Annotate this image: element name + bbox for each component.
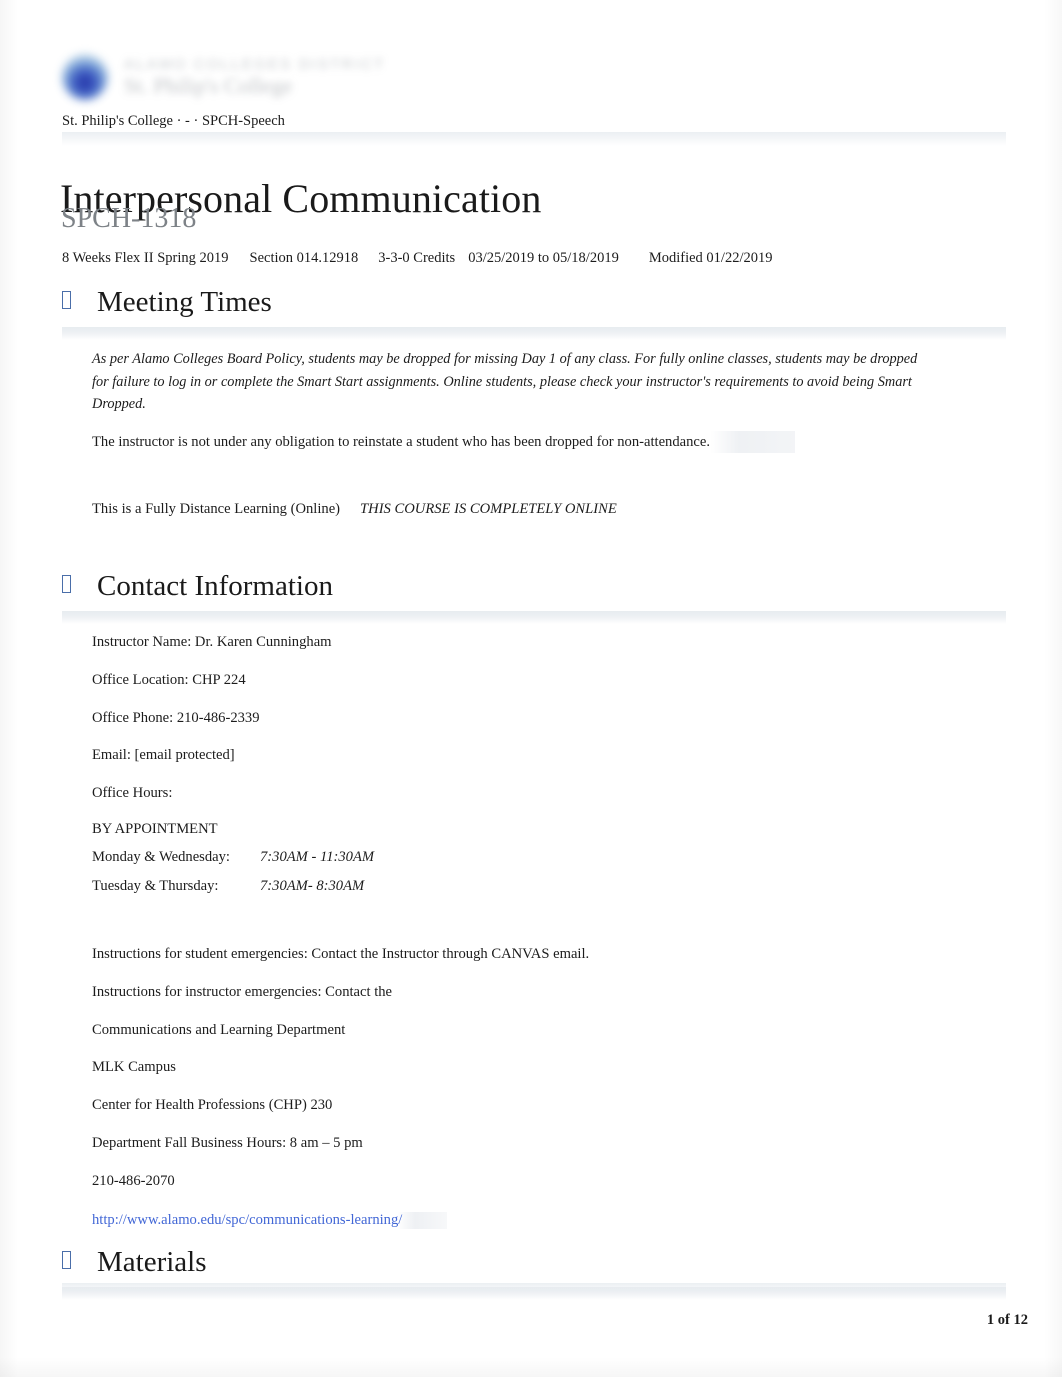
section-title-meeting-times: Meeting Times (97, 286, 272, 318)
section-bullet-icon (62, 291, 71, 309)
department-building: Center for Health Professions (CHP) 230 (92, 1097, 333, 1113)
syllabus-page: ALAMO COLLEGES DISTRICT St. Philip's Col… (0, 0, 1062, 1377)
office-location: Office Location: CHP 224 (92, 672, 246, 688)
section-divider (62, 611, 1006, 624)
page-number: 1 of 12 (986, 1312, 1028, 1328)
attendance-policy-paragraph: As per Alamo Colleges Board Policy, stud… (92, 348, 922, 416)
campus-name: MLK Campus (92, 1059, 176, 1075)
department-business-hours: Department Fall Business Hours: 8 am – 5… (92, 1135, 363, 1151)
meta-credits: 3-3-0 Credits (378, 250, 456, 266)
course-meta-line: 8 Weeks Flex II Spring 2019 Section 014.1… (62, 250, 773, 267)
instructor-emergency-instructions: Instructions for instructor emergencies:… (92, 984, 393, 1000)
reinstatement-warning-text: The instructor is not under any obligati… (92, 431, 796, 453)
breadcrumb: St. Philip's College · - · SPCH-Speech (62, 113, 285, 129)
section-bullet-icon (62, 1251, 71, 1269)
office-hours-label: Office Hours: (92, 785, 173, 801)
office-hours-time: 7:30AM - 11:30AM (260, 849, 375, 865)
wordmark-district-line: ALAMO COLLEGES DISTRICT (124, 55, 386, 73)
instructor-email: Email: [email protected] (92, 747, 235, 763)
header-divider-band (62, 132, 1006, 146)
office-hours-time: 7:30AM- 8:30AM (260, 878, 365, 894)
page-edge-shadow-left (0, 0, 18, 1377)
masthead: ALAMO COLLEGES DISTRICT St. Philip's Col… (62, 44, 385, 110)
delivery-mode-line: This is a Fully Distance Learning (Onlin… (92, 501, 617, 518)
department-website-link-wrapper: http://www.alamo.edu/spc/communications-… (92, 1212, 448, 1229)
section-bullet-icon (62, 575, 71, 593)
wordmark-college-line: St. Philip's College (124, 73, 293, 99)
section-header-meeting-times: Meeting Times (62, 286, 1006, 340)
student-emergency-instructions: Instructions for student emergencies: Co… (92, 946, 590, 962)
instructor-name: Instructor Name: Dr. Karen Cunningham (92, 634, 332, 650)
attendance-policy-text: As per Alamo Colleges Board Policy, stud… (92, 351, 918, 412)
office-phone: Office Phone: 210-486-2339 (92, 710, 260, 726)
footer-divider (62, 1283, 1006, 1293)
section-divider (62, 327, 1006, 340)
reinstatement-warning: The instructor is not under any obligati… (92, 431, 796, 453)
alamo-colleges-seal-logo-icon (62, 54, 108, 100)
meta-term: 8 Weeks Flex II Spring 2019 (62, 250, 229, 266)
office-hours-days: Tuesday & Thursday: (92, 878, 219, 894)
section-title-contact-information: Contact Information (97, 570, 333, 602)
meta-dates: 03/25/2019 to 05/18/2019 (468, 250, 619, 266)
course-code: SPCH-1318 (61, 203, 197, 234)
department-phone: 210-486-2070 (92, 1173, 175, 1189)
department-website-link[interactable]: http://www.alamo.edu/spc/communications-… (92, 1212, 402, 1228)
office-hours-days: Monday & Wednesday: (92, 849, 230, 865)
institution-wordmark: ALAMO COLLEGES DISTRICT St. Philip's Col… (124, 55, 386, 99)
meta-section: Section 014.12918 (249, 250, 359, 266)
office-hours-row: Monday & Wednesday: 7:30AM - 11:30AM (92, 849, 374, 866)
section-header-contact-information: Contact Information (62, 570, 1006, 624)
department-name: Communications and Learning Department (92, 1022, 346, 1038)
page-edge-shadow-bottom (0, 1357, 1062, 1377)
meta-modified: Modified 01/22/2019 (648, 250, 773, 266)
delivery-mode-label: This is a Fully Distance Learning (Onlin… (92, 501, 341, 517)
office-hours-row: Tuesday & Thursday: 7:30AM- 8:30AM (92, 878, 364, 895)
page-edge-shadow-right (1044, 0, 1062, 1377)
delivery-mode-emphasis: THIS COURSE IS COMPLETELY ONLINE (360, 501, 617, 517)
by-appointment-note: BY APPOINTMENT (92, 821, 218, 837)
section-title-materials: Materials (97, 1246, 207, 1278)
